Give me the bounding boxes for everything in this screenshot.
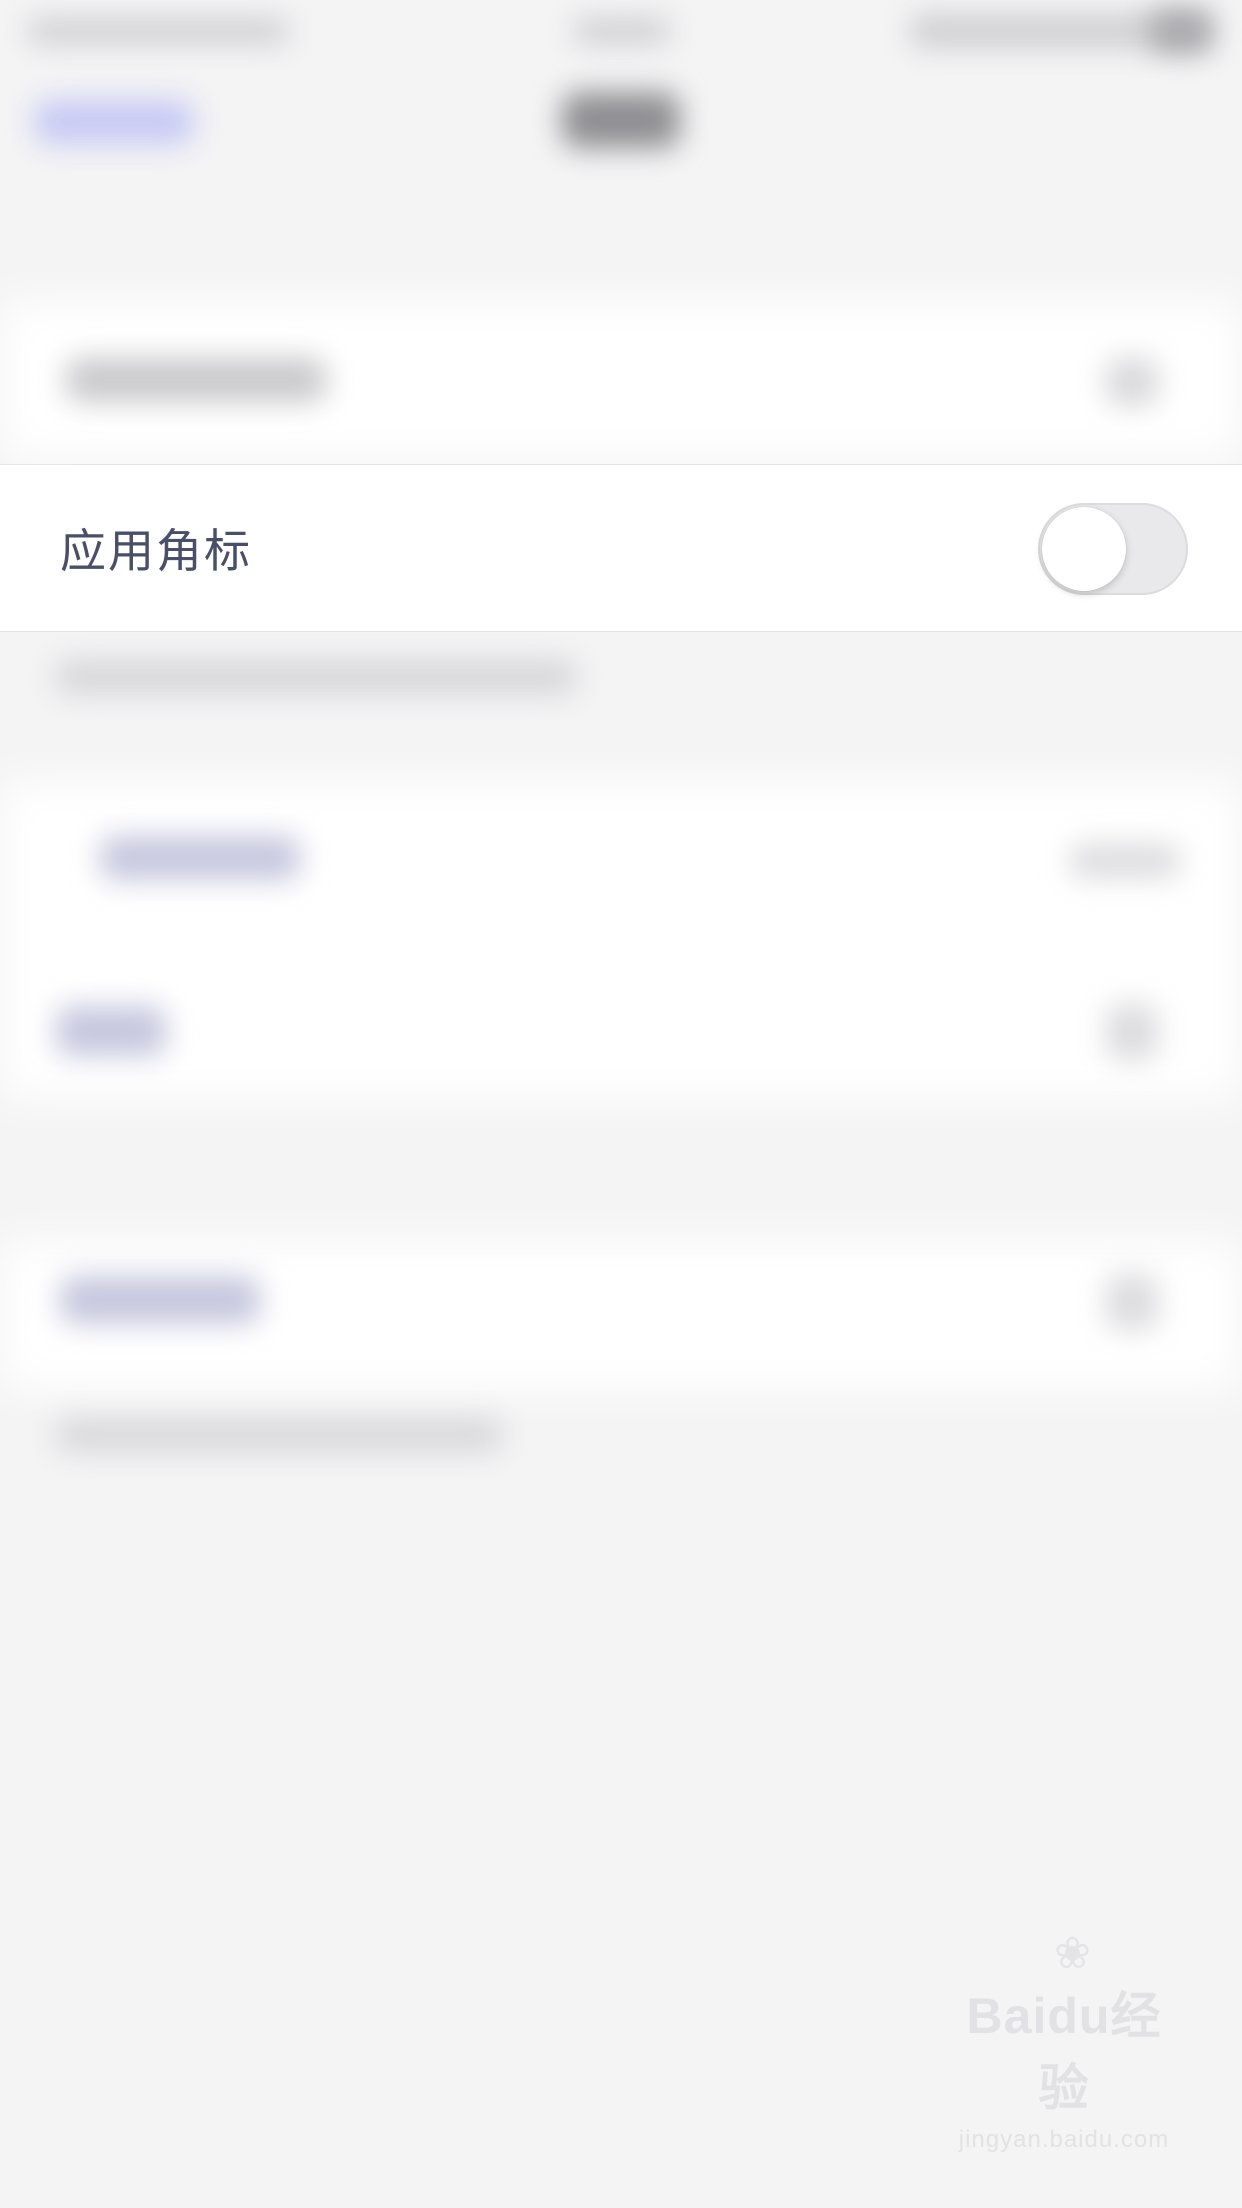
status-bar-time-blurred xyxy=(574,18,670,44)
settings-row-blurred-value xyxy=(1070,844,1180,878)
section-caption-blurred xyxy=(56,660,576,694)
watermark-brand: Bai xyxy=(966,1988,1048,2044)
chevron-right-icon xyxy=(1106,1004,1158,1060)
chevron-right-icon xyxy=(1106,1274,1158,1330)
nav-back-button-blurred[interactable] xyxy=(34,100,194,144)
section-caption-blurred xyxy=(56,1418,502,1452)
toggle-knob[interactable] xyxy=(1042,507,1126,591)
settings-row-blurred-label[interactable] xyxy=(100,836,300,880)
baidu-jingyan-watermark: ❀ Baidu经验 jingyan.baidu.com xyxy=(944,1932,1184,2154)
settings-row-blurred-label[interactable] xyxy=(56,1006,166,1056)
watermark-logo: Baidu经验 xyxy=(944,1976,1184,2120)
battery-icon xyxy=(1150,10,1212,52)
chevron-right-icon xyxy=(1106,358,1158,406)
settings-row-blurred-label[interactable] xyxy=(66,358,326,402)
watermark-url: jingyan.baidu.com xyxy=(958,2126,1170,2153)
row-divider xyxy=(66,464,1242,465)
nav-title-blurred xyxy=(562,92,680,148)
settings-row-app-badge: 应用角标 xyxy=(0,464,1242,632)
app-badge-label: 应用角标 xyxy=(60,524,252,578)
settings-group-2 xyxy=(0,780,1242,1100)
paw-icon: ❀ xyxy=(1054,1929,1091,1978)
app-badge-toggle[interactable] xyxy=(1038,503,1188,595)
watermark-brand-du: du xyxy=(1047,1988,1111,2044)
status-bar-left-blurred xyxy=(28,18,288,44)
settings-row-blurred-label[interactable] xyxy=(60,1276,260,1324)
